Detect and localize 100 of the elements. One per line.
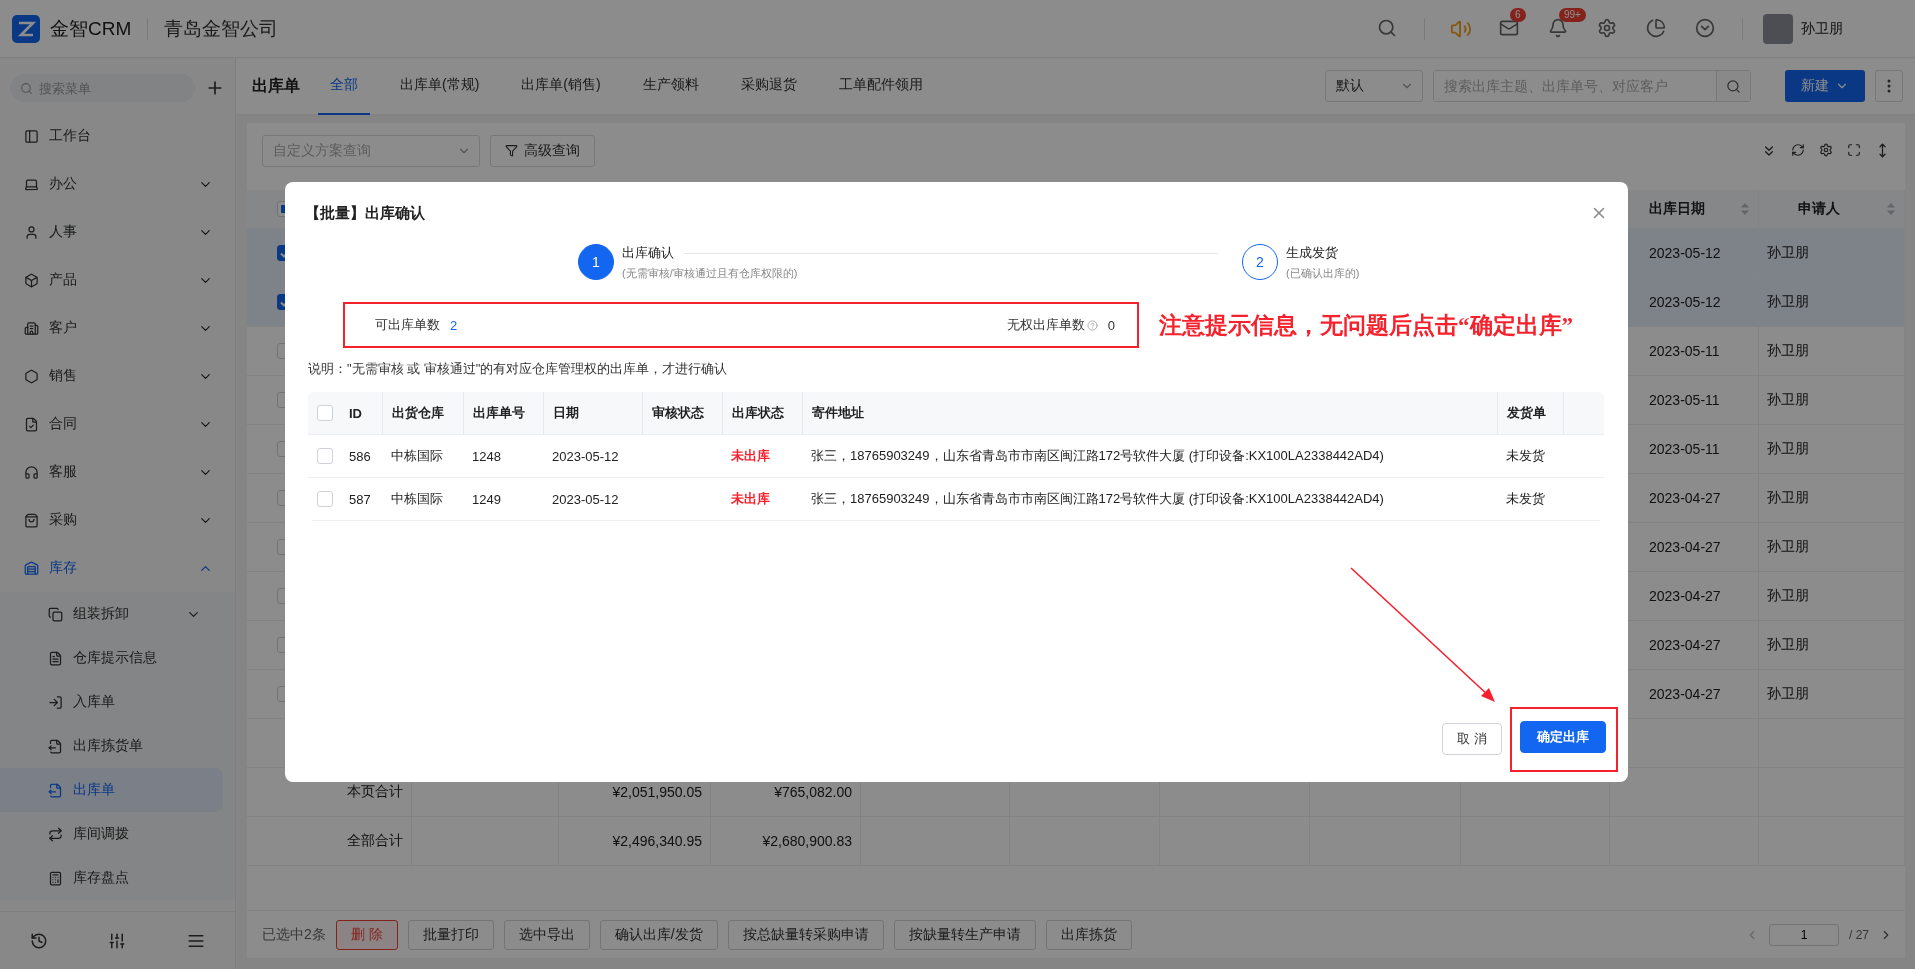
menu-item[interactable]: 库存盘点 [0,856,223,900]
stat-value[interactable]: 2 [450,317,458,333]
bag-icon [24,512,39,528]
user-icon [24,224,39,240]
menu-item[interactable]: 产品 [0,256,235,304]
menu-item[interactable]: 办公 [0,160,235,208]
menu-item[interactable]: 库存 [0,544,235,592]
tab[interactable]: 生产领料 [630,57,711,115]
menu-item[interactable]: 出库拣货单 [0,724,223,768]
menu-item[interactable]: 入库单 [0,680,223,724]
search-icon[interactable] [1377,17,1397,38]
dialog-title: 【批量】出库确认 [305,203,425,223]
menu-item[interactable]: 组装拆卸 [0,592,223,636]
column-header: 出货仓库 [382,392,463,435]
action-button[interactable]: 批量打印 [407,919,494,950]
menu-item[interactable]: 采购 [0,496,235,544]
column-header: ID [340,392,382,435]
chevron-circle-icon[interactable] [1695,17,1715,38]
tab[interactable]: 工单配件领用 [826,57,935,115]
laptop-icon [24,176,39,192]
confirm-button[interactable]: 确定出库 [1520,720,1606,753]
avatar-placeholder[interactable] [1763,13,1793,44]
view-select[interactable]: 默认 [1325,70,1423,102]
column-header: 出库单号 [463,392,543,435]
table-cell: 孙卫朋 [1759,621,1905,670]
menu-item[interactable]: 仓库提示信息 [0,636,223,680]
action-button[interactable]: 按缺量转生产申请 [893,919,1036,950]
table-cell: 孙卫朋 [1759,425,1905,474]
menu-item[interactable]: 客服 [0,448,235,496]
tab[interactable]: 出库单(销售) [509,57,613,115]
menu-item[interactable]: 人事 [0,208,235,256]
action-button[interactable]: 按总缺量转采购申请 [727,919,884,950]
bell-icon[interactable] [1548,17,1568,38]
settings-icon[interactable] [1819,142,1833,157]
hexagon-icon [24,368,39,384]
action-button[interactable]: 出库拣货 [1045,919,1132,950]
panel-icon [24,128,39,144]
advanced-search-button[interactable]: 高级查询 [490,134,595,167]
tab[interactable]: 全部 [318,57,370,115]
action-button[interactable]: 选中导出 [503,919,590,950]
table-cell: 孙卫朋 [1759,278,1905,327]
document-arrow-icon [48,782,63,798]
tab[interactable]: 采购退货 [728,57,809,115]
search-icon [20,81,33,95]
table-cell: 孙卫朋 [1759,474,1905,523]
tab[interactable]: 出库单(常规) [388,57,492,115]
count-badge: 99+ [1559,7,1586,22]
login-icon [48,694,63,710]
selection-count: 已选中2条 [262,925,326,944]
fullscreen-icon[interactable] [1847,142,1861,157]
table-cell: 孙卫朋 [1759,229,1905,278]
brand-name: 金智CRM [50,16,132,41]
logo-icon [12,14,40,43]
checkbox[interactable] [317,491,333,507]
cancel-button[interactable]: 取 消 [1442,723,1502,755]
action-button[interactable]: 删 除 [335,919,398,950]
settings-icon[interactable] [1597,17,1617,38]
table-cell: ¥2,496,340.95 [559,817,711,866]
column-header: 日期 [543,392,642,435]
step-number: 1 [578,244,614,280]
step-title: 出库确认 [622,244,674,262]
page-input[interactable]: 1 [1769,923,1839,946]
headset-icon [24,464,39,480]
document-icon [48,650,63,666]
table-cell: 孙卫朋 [1759,572,1905,621]
step-description: (已确认出库的) [1286,266,1360,281]
menu-item[interactable]: 工作台 [0,112,235,160]
checkbox[interactable] [317,448,333,464]
new-button[interactable]: 新建 [1785,70,1865,102]
repeat-icon [48,826,63,842]
warehouse-icon [24,560,39,576]
menu-item[interactable]: 合同 [0,400,235,448]
user-name[interactable]: 孙卫朋 [1801,19,1843,38]
annotation-text: 注意提示信息，无问题后点击“确定出库” [1159,311,1573,340]
refresh-icon[interactable] [1791,142,1805,157]
menu-item[interactable]: 出库单 [0,768,223,812]
building-icon [24,320,39,336]
count-badge: 6 [1510,7,1526,22]
action-button[interactable]: 确认出库/发货 [599,919,718,950]
menu-item[interactable]: 客户 [0,304,235,352]
step-title: 生成发货 [1286,244,1338,262]
menu-item[interactable]: 销售 [0,352,235,400]
page-total: / 27 [1849,927,1869,942]
pie-chart-icon[interactable] [1646,17,1666,38]
history-icon[interactable] [30,931,49,950]
table-cell: ¥2,680,900.83 [711,817,861,866]
menu-item[interactable]: 库间调拨 [0,812,223,856]
table-cell: 孙卫朋 [1759,376,1905,425]
table-cell: 全部合计 [247,817,412,866]
status-text: 未出库 [731,447,770,465]
sliders-icon[interactable] [108,931,127,950]
checkbox[interactable] [317,405,333,421]
document-arrow-icon [48,738,63,754]
table-cell: 孙卫朋 [1759,523,1905,572]
column-header: 审核状态 [642,392,722,435]
search-button[interactable] [1716,71,1750,101]
copy-icon [48,606,63,622]
document-icon [24,416,39,432]
more-icon [1887,79,1891,93]
column-header[interactable]: 申请人 [1759,190,1905,229]
